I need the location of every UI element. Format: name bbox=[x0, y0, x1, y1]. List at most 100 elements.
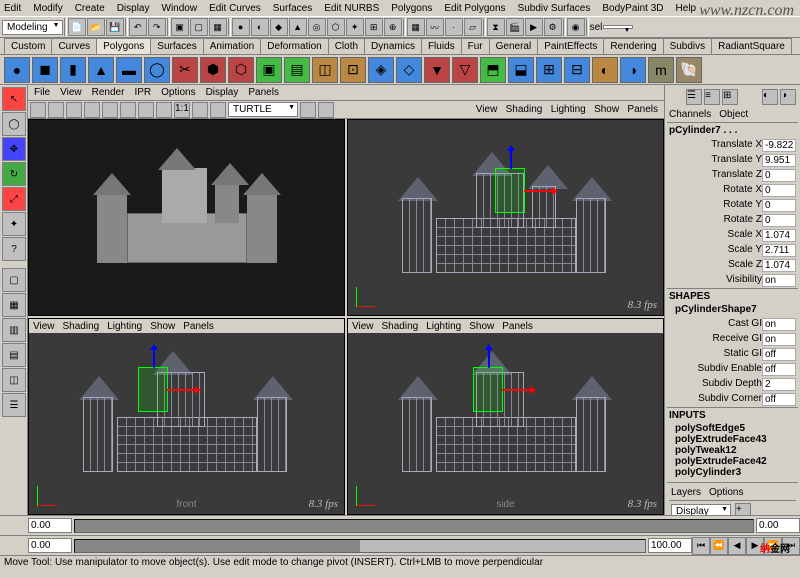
menu-create[interactable]: Create bbox=[75, 3, 105, 14]
rv-display-icon[interactable] bbox=[192, 102, 208, 118]
channel-row[interactable]: Static GIoff bbox=[667, 347, 798, 362]
attr-value[interactable]: off bbox=[762, 348, 796, 361]
channel-row[interactable]: Scale Z1.074 bbox=[667, 258, 798, 273]
move-tool[interactable]: ✥ bbox=[2, 137, 26, 161]
time-track[interactable] bbox=[74, 519, 754, 533]
poly-tool-icon[interactable]: ⊟ bbox=[564, 57, 590, 83]
shelf-tab-custom[interactable]: Custom bbox=[4, 38, 52, 54]
attr-value[interactable]: 0 bbox=[762, 214, 796, 227]
snap-curve-icon[interactable]: 〰 bbox=[426, 18, 444, 36]
channel-row[interactable]: Translate Z0 bbox=[667, 168, 798, 183]
persp-viewport[interactable]: 8.3 fps bbox=[347, 119, 664, 316]
poly-tool-icon[interactable]: ◫ bbox=[312, 57, 338, 83]
layout-four-icon[interactable]: ▦ bbox=[2, 293, 26, 317]
select-obj-icon[interactable]: ▢ bbox=[190, 18, 208, 36]
vp-lighting[interactable]: Lighting bbox=[107, 321, 142, 332]
sel-dropdown[interactable] bbox=[603, 25, 633, 29]
poly-cube-icon[interactable]: ◼ bbox=[32, 57, 58, 83]
menu-modify[interactable]: Modify bbox=[33, 3, 62, 14]
shelf-tab-painteffects[interactable]: PaintEffects bbox=[537, 38, 604, 54]
menu-help[interactable]: Help bbox=[676, 3, 697, 14]
attr-value[interactable]: off bbox=[762, 363, 796, 376]
shelf-tab-surfaces[interactable]: Surfaces bbox=[150, 38, 203, 54]
undo-icon[interactable]: ↶ bbox=[129, 18, 147, 36]
last-tool[interactable]: ? bbox=[2, 237, 26, 261]
channel-row[interactable]: Scale X1.074 bbox=[667, 228, 798, 243]
select-hier-icon[interactable]: ▣ bbox=[171, 18, 189, 36]
open-scene-icon[interactable]: 📂 bbox=[87, 18, 105, 36]
rv-view[interactable]: View bbox=[60, 87, 82, 98]
poly-sphere-icon[interactable]: ● bbox=[4, 57, 30, 83]
layout-outliner-icon[interactable]: ☰ bbox=[2, 393, 26, 417]
save-scene-icon[interactable]: 💾 bbox=[106, 18, 124, 36]
shelf-tab-subdivs[interactable]: Subdivs bbox=[663, 38, 713, 54]
attr-value[interactable]: on bbox=[762, 274, 796, 287]
layout-two-icon[interactable]: ▥ bbox=[2, 318, 26, 342]
menu-polygons[interactable]: Polygons bbox=[391, 3, 432, 14]
new-scene-icon[interactable]: 📄 bbox=[68, 18, 86, 36]
render-globals-icon[interactable]: ⚙ bbox=[544, 18, 562, 36]
menu-edit-polygons[interactable]: Edit Polygons bbox=[444, 3, 505, 14]
menu-display[interactable]: Display bbox=[117, 3, 150, 14]
rv-ipr[interactable]: IPR bbox=[134, 87, 151, 98]
vp-show[interactable]: Show bbox=[469, 321, 494, 332]
poly-torus-icon[interactable]: ◯ bbox=[144, 57, 170, 83]
attr-value[interactable]: 9.951 bbox=[762, 154, 796, 167]
menu-edit[interactable]: Edit bbox=[4, 3, 21, 14]
step-back-icon[interactable]: ⏪ bbox=[710, 537, 728, 555]
vp-view[interactable]: View bbox=[476, 104, 498, 115]
attr-value[interactable]: 2.711 bbox=[762, 244, 796, 257]
shape-name[interactable]: pCylinderShape7 bbox=[667, 304, 798, 317]
layout-single-icon[interactable]: ▢ bbox=[2, 268, 26, 292]
tab-layers[interactable]: Layers bbox=[671, 487, 701, 498]
poly-tool-icon[interactable]: ▤ bbox=[284, 57, 310, 83]
poly-tool-icon[interactable]: ⊞ bbox=[536, 57, 562, 83]
tab-channels[interactable]: Channels bbox=[669, 109, 711, 120]
rv-render-icon[interactable] bbox=[48, 102, 64, 118]
ch-icon[interactable]: ≡ bbox=[704, 89, 720, 105]
attr-value[interactable]: on bbox=[762, 318, 796, 331]
time-slider[interactable]: 0.00 0.00 bbox=[0, 515, 800, 535]
script-icon[interactable]: 🐚 bbox=[676, 57, 702, 83]
poly-tool-icon[interactable]: ▽ bbox=[452, 57, 478, 83]
rv-options[interactable]: Options bbox=[161, 87, 195, 98]
vp-shading[interactable]: Shading bbox=[506, 104, 543, 115]
attr-value[interactable]: 0 bbox=[762, 184, 796, 197]
channel-row[interactable]: Rotate Z0 bbox=[667, 213, 798, 228]
shelf-tab-fluids[interactable]: Fluids bbox=[421, 38, 462, 54]
rv-snapshot-icon[interactable] bbox=[102, 102, 118, 118]
rv-remove-icon[interactable] bbox=[138, 102, 154, 118]
attr-value[interactable]: on bbox=[762, 333, 796, 346]
poly-tool-icon[interactable]: ▼ bbox=[424, 57, 450, 83]
input-node[interactable]: polySoftEdge5 bbox=[675, 423, 798, 434]
vp-shading[interactable]: Shading bbox=[63, 321, 100, 332]
channel-row[interactable]: Subdiv Enableoff bbox=[667, 362, 798, 377]
range-slider[interactable]: 0.00 100.00 ⏮ ⏪ ◀ ▶ ⏩ ⏭ bbox=[0, 535, 800, 555]
snap-grid-icon[interactable]: ▦ bbox=[407, 18, 425, 36]
menu-bodypaint[interactable]: BodyPaint 3D bbox=[602, 3, 663, 14]
rv-globals-icon[interactable] bbox=[156, 102, 172, 118]
mask-icon[interactable]: ⊕ bbox=[384, 18, 402, 36]
lasso-tool[interactable]: ◯ bbox=[2, 112, 26, 136]
channel-row[interactable]: Translate Y9.951 bbox=[667, 153, 798, 168]
attr-value[interactable]: off bbox=[762, 393, 796, 406]
poly-cylinder-icon[interactable]: ▮ bbox=[60, 57, 86, 83]
range-end-field[interactable]: 100.00 bbox=[648, 538, 692, 553]
vp-panels[interactable]: Panels bbox=[183, 321, 214, 332]
attr-value[interactable]: 0 bbox=[762, 169, 796, 182]
mask-icon[interactable]: ● bbox=[232, 18, 250, 36]
rv-pause-icon[interactable] bbox=[300, 102, 316, 118]
vp-view[interactable]: View bbox=[352, 321, 374, 332]
hypershade-icon[interactable]: ◉ bbox=[567, 18, 585, 36]
select-tool[interactable]: ↖ bbox=[2, 87, 26, 111]
shelf-tab-fur[interactable]: Fur bbox=[461, 38, 490, 54]
layer-display-dropdown[interactable]: Display bbox=[671, 504, 731, 516]
attr-value[interactable]: 2 bbox=[762, 378, 796, 391]
rv-ipr-icon[interactable] bbox=[66, 102, 82, 118]
mask-icon[interactable]: ⊞ bbox=[365, 18, 383, 36]
rotate-tool[interactable]: ↻ bbox=[2, 162, 26, 186]
vp-lighting[interactable]: Lighting bbox=[551, 104, 586, 115]
tab-options[interactable]: Options bbox=[709, 487, 743, 498]
snap-point-icon[interactable]: · bbox=[445, 18, 463, 36]
poly-tool-icon[interactable]: ⬢ bbox=[200, 57, 226, 83]
